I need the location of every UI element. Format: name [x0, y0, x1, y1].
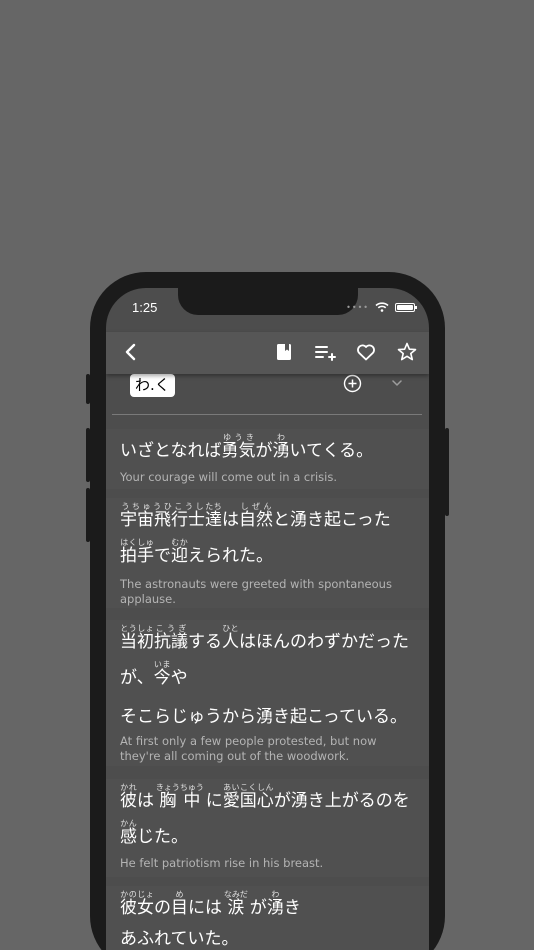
volume-down-button — [86, 488, 90, 542]
divider — [112, 414, 422, 415]
kanji-with-furigana: 人ひと — [222, 624, 239, 652]
chevron-down-icon[interactable] — [390, 376, 404, 390]
kanji-with-furigana: 胸中きょうちゅう — [155, 783, 204, 811]
furigana: とうしょ — [120, 624, 154, 633]
furigana: ひと — [222, 624, 239, 633]
add-to-list-icon[interactable] — [314, 341, 336, 363]
book-icon[interactable] — [273, 341, 295, 363]
sentence-item[interactable]: 宇宙飛行士うちゅうひこうし達たちは自然しぜんと湧き起こった 拍手はくしゅで迎むか… — [106, 498, 429, 608]
kanji-with-furigana: 宇宙飛行士うちゅうひこうし — [120, 502, 205, 530]
english-translation: He felt patriotism rise in his breast. — [120, 856, 324, 870]
signal-icon: •••• — [346, 302, 369, 312]
sentence-item[interactable]: 彼女かのじょの目めには 涙なみだ が湧わき あふれていた。 — [106, 886, 429, 950]
mute-switch — [86, 374, 90, 404]
furigana: こうぎ — [154, 624, 188, 633]
kanji-with-furigana: 抗議こうぎ — [154, 624, 188, 652]
sentence-list: わ.く いざとなれば勇気ゆうきが湧わいてくる。 Your courage wil… — [106, 374, 429, 950]
furigana: あいこくしん — [222, 783, 274, 792]
back-chevron-icon[interactable] — [120, 341, 142, 363]
furigana: はくしゅ — [120, 538, 154, 547]
battery-icon — [395, 302, 417, 312]
star-icon[interactable] — [396, 341, 418, 363]
japanese-sentence: 当初とうしょ抗議こうぎする人ひとはほんのわずかだった — [120, 624, 409, 652]
kanji-with-furigana: 迎むか — [171, 538, 188, 566]
english-translation: The astronauts were greeted with spontan… — [120, 577, 392, 606]
furigana: め — [171, 890, 188, 899]
kanji-with-furigana: 感かん — [120, 819, 137, 847]
status-icons: •••• — [346, 302, 417, 312]
sentence-item[interactable]: 当初とうしょ抗議こうぎする人ひとはほんのわずかだった が、今いまや そこらじゅう… — [106, 620, 429, 766]
kanji-with-furigana: 彼かれ — [120, 783, 137, 811]
japanese-sentence: 感かんじた。 — [120, 819, 188, 847]
sentence-item[interactable]: 彼かれは 胸中きょうちゅう に愛国心あいこくしんが湧き上がるのを 感かんじた。 … — [106, 779, 429, 877]
kanji-with-furigana: 自然しぜん — [239, 502, 273, 530]
furigana: うちゅうひこうし — [120, 502, 205, 511]
reading-tag: わ.く — [130, 374, 175, 397]
kanji-with-furigana: 湧わ — [272, 433, 290, 461]
add-circle-icon[interactable] — [343, 374, 362, 393]
japanese-sentence: あふれていた。 — [120, 929, 239, 949]
furigana: わ — [272, 433, 290, 442]
furigana: わ — [266, 890, 284, 899]
status-time: 1:25 — [132, 300, 158, 315]
japanese-sentence: そこらじゅうから湧き起こっている。 — [120, 707, 407, 727]
furigana: しぜん — [239, 502, 273, 511]
app-screen: 1:25 •••• わ.く いざとなれば勇気ゆうきが湧わいてくる。 Your c… — [106, 288, 429, 950]
power-button — [445, 428, 449, 516]
sentence-item[interactable]: いざとなれば勇気ゆうきが湧わいてくる。 Your courage will co… — [106, 429, 429, 489]
japanese-sentence: 宇宙飛行士うちゅうひこうし達たちは自然しぜんと湧き起こった — [120, 502, 391, 530]
furigana: いま — [153, 660, 171, 669]
notch — [178, 288, 358, 315]
furigana: きょうちゅう — [155, 783, 204, 792]
kanji-with-furigana: 彼女かのじょ — [120, 890, 154, 918]
furigana: かれ — [120, 783, 137, 792]
wifi-icon — [375, 302, 389, 312]
japanese-sentence: 彼かれは 胸中きょうちゅう に愛国心あいこくしんが湧き上がるのを — [120, 783, 410, 811]
japanese-sentence: 彼女かのじょの目めには 涙なみだ が湧わき — [120, 890, 301, 918]
heart-icon[interactable] — [355, 341, 377, 363]
english-translation: At first only a few people protested, bu… — [120, 734, 377, 763]
volume-up-button — [86, 428, 90, 482]
kanji-with-furigana: 今いま — [153, 660, 171, 688]
kanji-with-furigana: 達たち — [205, 502, 222, 530]
navigation-bar — [106, 332, 429, 374]
furigana: ゆうき — [221, 433, 256, 442]
furigana: かのじょ — [120, 890, 154, 899]
furigana: たち — [205, 502, 222, 511]
kanji-with-furigana: 涙なみだ — [223, 890, 248, 918]
kanji-with-furigana: 愛国心あいこくしん — [222, 783, 274, 811]
japanese-sentence: いざとなれば勇気ゆうきが湧わいてくる。 — [120, 433, 374, 461]
english-translation: Your courage will come out in a crisis. — [120, 470, 338, 484]
kanji-with-furigana: 勇気ゆうき — [221, 433, 256, 461]
kanji-with-furigana: 当初とうしょ — [120, 624, 154, 652]
japanese-sentence: が、今いまや — [120, 660, 188, 688]
kanji-with-furigana: 目め — [171, 890, 188, 918]
kanji-with-furigana: 拍手はくしゅ — [120, 538, 154, 566]
kanji-with-furigana: 湧わ — [266, 890, 284, 918]
furigana: なみだ — [223, 890, 248, 899]
furigana: むか — [171, 538, 188, 547]
furigana: かん — [120, 819, 137, 828]
japanese-sentence: 拍手はくしゅで迎むかえられた。 — [120, 538, 273, 566]
